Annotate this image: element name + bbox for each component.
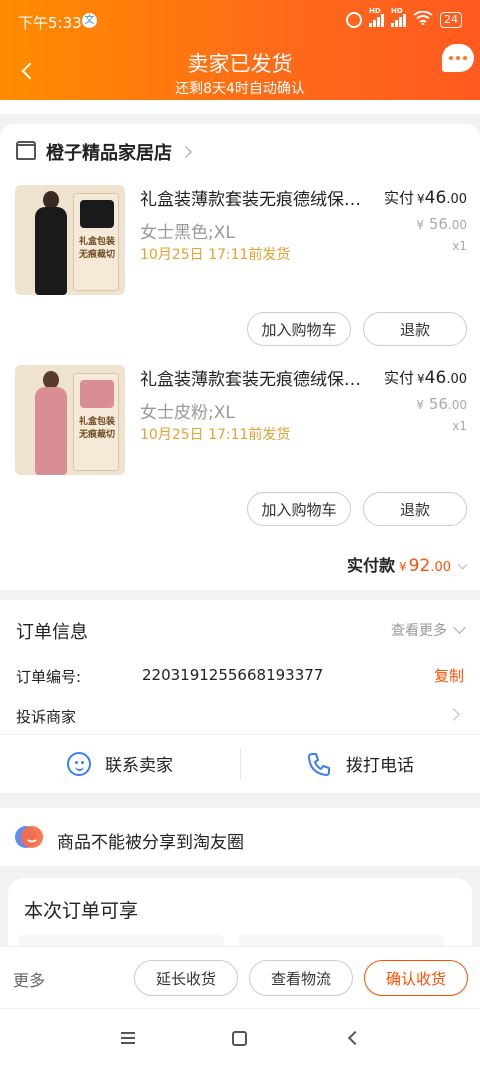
- order-number: 2203191255668193377: [142, 666, 324, 684]
- paid-int: 46: [424, 368, 447, 388]
- paid-int: 46: [424, 188, 447, 208]
- paid-label: 实付: [384, 369, 415, 387]
- product-model-image: [29, 191, 73, 295]
- order-status-header: 下午5:33 文 HD HD 24 卖家已发货 还剩8天4时自动确认: [0, 0, 480, 100]
- original-price: ¥ 56.00: [416, 395, 467, 413]
- total-currency: ¥: [399, 560, 407, 574]
- quantity: x1: [452, 419, 467, 433]
- paid-currency: ¥: [417, 192, 425, 206]
- shop-card: 橙子精品家居店 礼盒包装 无痕裁切 礼盒装薄款套装无痕德绒保… 女士黑色;XL …: [0, 124, 480, 590]
- recent-apps-icon[interactable]: [121, 1032, 135, 1044]
- signal-icon-2: HD: [391, 7, 406, 27]
- view-logistics-button[interactable]: 查看物流: [249, 960, 353, 996]
- original-price: ¥ 56.00: [416, 215, 467, 233]
- auto-confirm-countdown: 还剩8天4时自动确认: [175, 81, 305, 97]
- orig-dec: .00: [447, 398, 467, 412]
- product-thumbnail[interactable]: 礼盒包装 无痕裁切: [15, 365, 125, 475]
- signal-hd-label: HD: [369, 7, 381, 15]
- app-notification-icon: 文: [82, 13, 97, 28]
- system-nav-bar: [0, 1008, 480, 1066]
- orig-int: 56: [428, 395, 448, 413]
- order-item[interactable]: 礼盒包装 无痕裁切 礼盒装薄款套装无痕德绒保… 女士黑色;XL 10月25日 1…: [0, 185, 480, 295]
- orig-currency: ¥: [416, 218, 425, 232]
- wifi-icon: [413, 10, 433, 29]
- order-info-title: 订单信息: [16, 622, 88, 643]
- order-info-card: 订单信息 查看更多 订单编号: 2203191255668193377 复制 投…: [0, 600, 480, 793]
- orig-dec: .00: [447, 218, 467, 232]
- chevron-right-icon: [447, 708, 460, 721]
- gift-box-image: 礼盒包装 无痕裁切: [73, 193, 119, 291]
- product-title[interactable]: 礼盒装薄款套装无痕德绒保…: [140, 185, 372, 210]
- total-int: 92: [408, 556, 431, 576]
- call-button[interactable]: 拨打电话: [240, 734, 480, 793]
- status-icons: HD HD 24: [346, 7, 462, 29]
- total-dec: .00: [430, 560, 451, 575]
- paid-price: 实付 ¥46.00: [384, 187, 467, 208]
- chevron-down-icon: [457, 559, 468, 570]
- chat-face-icon: [67, 751, 91, 776]
- item-actions: 加入购物车 退款: [247, 492, 467, 526]
- store-icon: [16, 141, 36, 160]
- copy-order-number-button[interactable]: 复制: [434, 665, 464, 686]
- paid-label: 实付: [384, 189, 415, 207]
- add-to-cart-button[interactable]: 加入购物车: [247, 312, 351, 346]
- order-number-label: 订单编号:: [16, 668, 82, 686]
- share-notice-text: 商品不能被分享到淘友圈: [57, 833, 244, 853]
- view-more-link[interactable]: 查看更多: [391, 620, 466, 640]
- orig-currency: ¥: [416, 398, 425, 412]
- contact-seller-button[interactable]: 联系卖家: [0, 734, 240, 793]
- total-label: 实付款: [347, 556, 396, 575]
- page-title: 卖家已发货: [187, 52, 293, 76]
- refund-button[interactable]: 退款: [363, 312, 467, 346]
- order-benefits-title: 本次订单可享: [24, 900, 139, 922]
- more-menu-icon-tail: [442, 66, 448, 72]
- gift-box-text: 礼盒包装 无痕裁切: [78, 237, 115, 260]
- paid-currency: ¥: [417, 372, 425, 386]
- status-bar: 下午5:33 文 HD HD 24: [0, 0, 480, 42]
- logistics-card-edge: [0, 100, 480, 114]
- confirm-receipt-button[interactable]: 确认收货: [364, 960, 468, 996]
- complain-seller-link[interactable]: 投诉商家: [16, 706, 76, 727]
- gift-box-image: 礼盒包装 无痕裁切: [73, 373, 119, 471]
- paid-dec: .00: [446, 372, 467, 387]
- paid-price: 实付 ¥46.00: [384, 367, 467, 388]
- product-model-image: [29, 371, 73, 475]
- ship-deadline: 10月25日 17:11前发货: [140, 247, 291, 263]
- product-spec: 女士皮粉;XL: [140, 403, 235, 423]
- contact-seller-label: 联系卖家: [105, 756, 173, 776]
- orig-int: 56: [428, 215, 448, 233]
- product-spec: 女士黑色;XL: [140, 223, 235, 243]
- gift-box-text: 礼盒包装 无痕裁切: [78, 417, 115, 440]
- quantity: x1: [452, 239, 467, 253]
- shop-header[interactable]: 橙子精品家居店: [16, 139, 192, 165]
- more-actions-button[interactable]: 更多: [13, 967, 45, 991]
- shop-name[interactable]: 橙子精品家居店: [46, 139, 172, 165]
- taoyouquan-logo-icon: [15, 826, 43, 848]
- status-time: 下午5:33: [18, 14, 82, 32]
- product-thumbnail[interactable]: 礼盒包装 无痕裁切: [15, 185, 125, 295]
- chevron-down-icon: [453, 620, 466, 634]
- order-item[interactable]: 礼盒包装 无痕裁切 礼盒装薄款套装无痕德绒保… 女士皮粉;XL 10月25日 1…: [0, 365, 480, 475]
- home-icon[interactable]: [232, 1031, 247, 1046]
- total-paid[interactable]: 实付款 ¥ 92 .00: [347, 552, 468, 576]
- product-title[interactable]: 礼盒装薄款套装无痕德绒保…: [140, 365, 372, 390]
- item-actions: 加入购物车 退款: [247, 312, 467, 346]
- phone-icon: [308, 752, 330, 776]
- view-more-label: 查看更多: [391, 623, 447, 639]
- bottom-action-bar: 更多 延长收货 查看物流 确认收货: [0, 946, 480, 1008]
- alarm-icon: [346, 12, 362, 28]
- share-notice-card: 商品不能被分享到淘友圈: [0, 808, 480, 866]
- add-to-cart-button[interactable]: 加入购物车: [247, 492, 351, 526]
- refund-button[interactable]: 退款: [363, 492, 467, 526]
- extend-receipt-button[interactable]: 延长收货: [134, 960, 238, 996]
- call-label: 拨打电话: [346, 756, 414, 776]
- chevron-right-icon: [180, 146, 192, 158]
- back-icon[interactable]: [347, 1030, 363, 1046]
- ship-deadline: 10月25日 17:11前发货: [140, 427, 291, 443]
- paid-dec: .00: [446, 192, 467, 207]
- battery-icon: 24: [440, 12, 462, 28]
- signal-icon: HD: [369, 7, 384, 27]
- signal-hd-label-2: HD: [391, 7, 403, 15]
